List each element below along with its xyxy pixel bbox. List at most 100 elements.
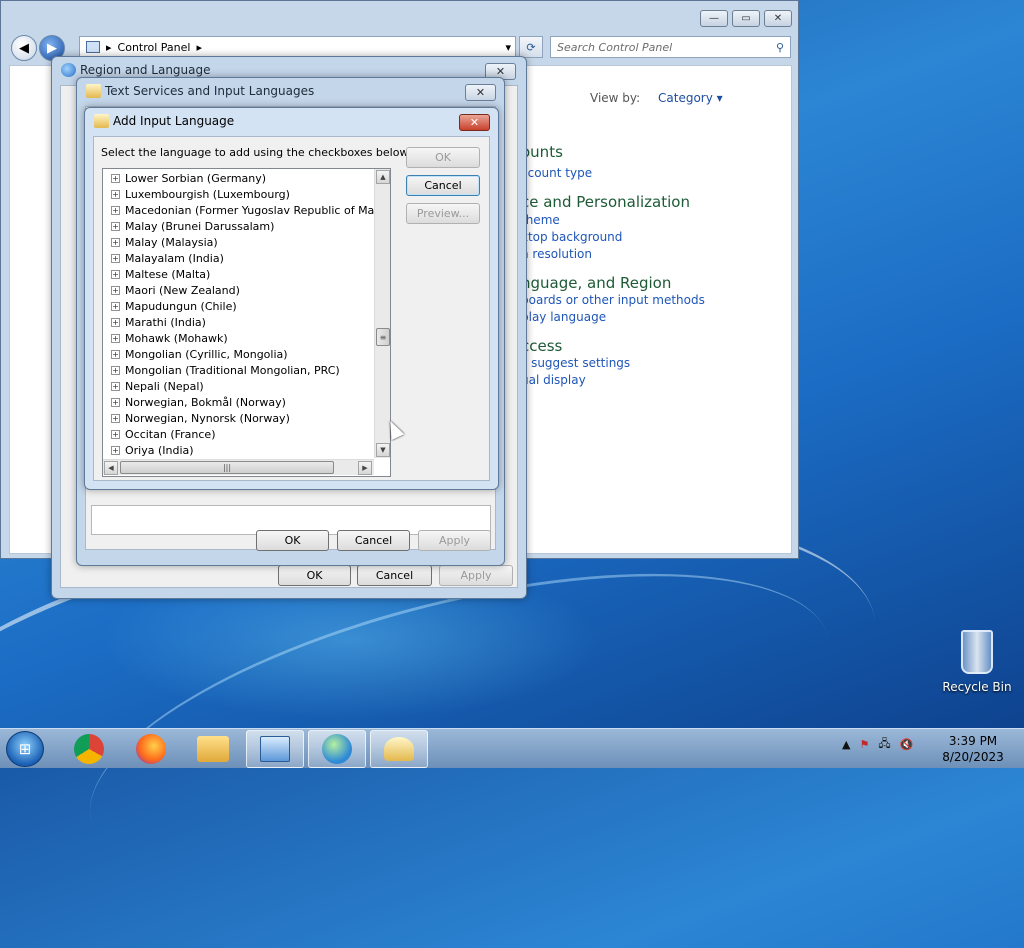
- expand-icon[interactable]: +: [111, 189, 120, 199]
- start-button[interactable]: ⊞: [6, 731, 44, 767]
- category-heading[interactable]: nguage, and Region: [521, 274, 671, 292]
- globe-icon: [61, 63, 76, 77]
- taskbar-firefox[interactable]: [122, 730, 180, 768]
- view-by-dropdown[interactable]: Category ▾: [658, 91, 723, 105]
- list-item[interactable]: + Macedonian (Former Yugoslav Republic of…: [111, 202, 390, 218]
- list-item[interactable]: + Mongolian (Traditional Mongolian, PRC): [111, 362, 340, 378]
- preview-button[interactable]: Preview...: [406, 203, 480, 224]
- expand-icon[interactable]: +: [111, 429, 120, 439]
- scroll-left-icon[interactable]: ◀: [104, 461, 118, 475]
- network-icon[interactable]: 🖧: [878, 735, 890, 754]
- keyboard-icon: [86, 84, 101, 98]
- list-item[interactable]: + Malay (Malaysia): [111, 234, 218, 250]
- scroll-up-icon[interactable]: ▲: [376, 170, 390, 184]
- category-link[interactable]: boards or other input methods: [521, 293, 705, 307]
- taskbar-region-language[interactable]: [308, 730, 366, 768]
- clock-time: 3:39 PM: [948, 734, 998, 748]
- expand-icon[interactable]: +: [111, 349, 120, 359]
- expand-icon[interactable]: +: [111, 205, 120, 215]
- list-item[interactable]: + Occitan (France): [111, 426, 216, 442]
- expand-icon[interactable]: +: [111, 173, 120, 183]
- list-item[interactable]: + Norwegian, Bokmål (Norway): [111, 394, 286, 410]
- category-link[interactable]: s suggest settings: [521, 356, 630, 370]
- list-item[interactable]: + Mohawk (Mohawk): [111, 330, 228, 346]
- category-link[interactable]: ktop background: [521, 230, 622, 244]
- list-item[interactable]: + Marathi (India): [111, 314, 206, 330]
- category-link[interactable]: ual display: [521, 373, 586, 387]
- expand-icon[interactable]: +: [111, 381, 120, 391]
- list-item[interactable]: + Maltese (Malta): [111, 266, 210, 282]
- close-button[interactable]: ✕: [459, 114, 490, 131]
- category-heading[interactable]: ounts: [521, 143, 563, 161]
- list-item[interactable]: + Norwegian, Nynorsk (Norway): [111, 410, 290, 426]
- apply-button[interactable]: Apply: [418, 530, 491, 551]
- expand-icon[interactable]: +: [111, 397, 120, 407]
- scroll-thumb[interactable]: |||: [120, 461, 334, 474]
- category-link[interactable]: n resolution: [521, 247, 592, 261]
- expand-icon[interactable]: +: [111, 365, 120, 375]
- breadcrumb-separator-icon: ▸: [196, 40, 202, 54]
- volume-muted-icon[interactable]: 🔇: [900, 738, 914, 751]
- search-icon[interactable]: ⚲: [776, 41, 784, 54]
- expand-icon[interactable]: +: [111, 445, 120, 455]
- action-center-icon[interactable]: ⚑: [859, 738, 869, 751]
- list-item[interactable]: + Oriya (India): [111, 442, 194, 458]
- back-button[interactable]: ◀: [11, 35, 37, 61]
- list-item[interactable]: + Mongolian (Cyrillic, Mongolia): [111, 346, 288, 362]
- recycle-bin-label: Recycle Bin: [942, 680, 1012, 694]
- search-input[interactable]: Search Control Panel ⚲: [550, 36, 791, 58]
- expand-icon[interactable]: +: [111, 285, 120, 295]
- ok-button[interactable]: OK: [256, 530, 329, 551]
- clock-date: 8/20/2023: [942, 750, 1004, 764]
- list-item[interactable]: + Nepali (Nepal): [111, 378, 204, 394]
- breadcrumb[interactable]: Control Panel: [118, 41, 191, 54]
- scroll-thumb[interactable]: ≡: [376, 328, 390, 346]
- apply-button[interactable]: Apply: [439, 565, 513, 586]
- horizontal-scrollbar[interactable]: ◀ ||| ▶: [103, 459, 374, 475]
- scroll-right-icon[interactable]: ▶: [358, 461, 372, 475]
- cancel-button[interactable]: Cancel: [406, 175, 480, 196]
- expand-icon[interactable]: +: [111, 413, 120, 423]
- list-item[interactable]: + Lower Sorbian (Germany): [111, 170, 266, 186]
- address-bar[interactable]: ▸ Control Panel ▸ ▾: [79, 36, 516, 58]
- category-heading[interactable]: ccess: [521, 337, 562, 355]
- taskbar: ⊞ ▲ ⚑ 🖧 🔇 3:39 PM 8/20/2023: [0, 728, 1024, 768]
- ok-button[interactable]: OK: [406, 147, 480, 168]
- chevron-down-icon[interactable]: ▾: [505, 41, 511, 54]
- refresh-button[interactable]: ⟳: [519, 36, 543, 58]
- firefox-icon: [136, 734, 166, 764]
- expand-icon[interactable]: +: [111, 221, 120, 231]
- minimize-button[interactable]: —: [700, 10, 728, 27]
- close-button[interactable]: ✕: [764, 10, 792, 27]
- cancel-button[interactable]: Cancel: [357, 565, 432, 586]
- taskbar-text-services[interactable]: [370, 730, 428, 768]
- vertical-scrollbar[interactable]: ▲ ≡ ▼: [374, 169, 390, 458]
- recycle-bin[interactable]: Recycle Bin: [942, 630, 1012, 694]
- show-hidden-icons-icon[interactable]: ▲: [842, 738, 850, 751]
- language-tree[interactable]: + Lower Sorbian (Germany) + Luxembourgish …: [102, 168, 391, 477]
- system-tray: ▲ ⚑ 🖧 🔇: [842, 735, 913, 754]
- expand-icon[interactable]: +: [111, 253, 120, 263]
- category-link[interactable]: play language: [521, 310, 606, 324]
- cancel-button[interactable]: Cancel: [337, 530, 410, 551]
- close-button[interactable]: ✕: [465, 84, 496, 101]
- expand-icon[interactable]: +: [111, 317, 120, 327]
- category-heading[interactable]: ce and Personalization: [521, 193, 690, 211]
- clock[interactable]: 3:39 PM 8/20/2023: [938, 733, 1008, 765]
- maximize-button[interactable]: ▭: [732, 10, 760, 27]
- expand-icon[interactable]: +: [111, 237, 120, 247]
- list-item[interactable]: + Maori (New Zealand): [111, 282, 240, 298]
- expand-icon[interactable]: +: [111, 301, 120, 311]
- list-item[interactable]: + Luxembourgish (Luxembourg): [111, 186, 290, 202]
- list-item[interactable]: + Malay (Brunei Darussalam): [111, 218, 274, 234]
- taskbar-file-explorer[interactable]: [184, 730, 242, 768]
- taskbar-control-panel[interactable]: [246, 730, 304, 768]
- ok-button[interactable]: OK: [278, 565, 351, 586]
- expand-icon[interactable]: +: [111, 269, 120, 279]
- expand-icon[interactable]: +: [111, 333, 120, 343]
- category-link[interactable]: ccount type: [521, 166, 592, 180]
- list-item[interactable]: + Malayalam (India): [111, 250, 224, 266]
- scroll-down-icon[interactable]: ▼: [376, 443, 390, 457]
- list-item[interactable]: + Mapudungun (Chile): [111, 298, 237, 314]
- taskbar-chrome[interactable]: [60, 730, 118, 768]
